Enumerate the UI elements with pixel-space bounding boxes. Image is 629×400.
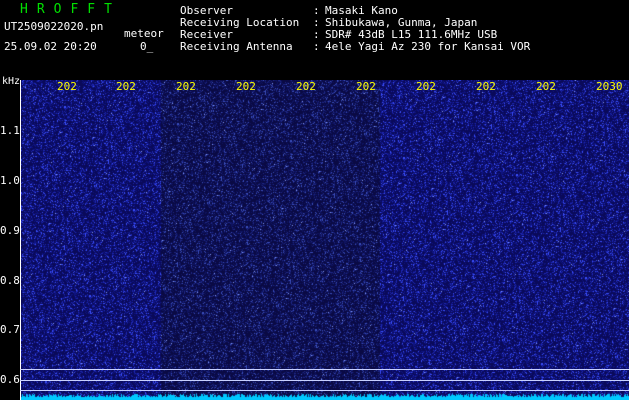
time-label: 202	[356, 80, 376, 93]
image-filename: UT2509022020.pn	[4, 20, 104, 33]
mode-label: meteor	[124, 27, 164, 40]
frequency-label: 1.1	[0, 124, 20, 137]
station-info: Observer: Masaki Kano Receiving Location:…	[180, 5, 530, 53]
frequency-label: 0.8	[0, 274, 20, 287]
antenna-value: 4ele Yagi Az 230 for Kansai VOR	[325, 40, 531, 53]
time-label: 202	[57, 80, 77, 93]
frequency-label: 0.6	[0, 373, 20, 386]
time-label: 202	[116, 80, 136, 93]
meta-key: Receiving Antenna	[180, 40, 293, 53]
reference-line	[20, 390, 629, 391]
reference-line	[20, 380, 629, 381]
time-label: 2030	[596, 80, 623, 93]
time-label: 202	[536, 80, 556, 93]
time-label: 202	[176, 80, 196, 93]
y-axis-line	[20, 80, 21, 400]
frame-counter: 0_	[140, 40, 154, 53]
frequency-label: 1.0	[0, 174, 20, 187]
antenna-row: Receiving Antenna:4ele Yagi Az 230 for K…	[180, 41, 530, 53]
app-title: HROFFT	[20, 2, 121, 17]
time-label: 202	[296, 80, 316, 93]
time-axis-labels: 202 202 202 202 202 202 202 202 202 2030	[0, 80, 629, 94]
time-label: 202	[236, 80, 256, 93]
header-panel: HROFFT UT2509022020.pn meteor 25.09.02 2…	[0, 0, 629, 75]
meta-separator: :	[313, 40, 320, 53]
spectrogram-canvas	[20, 80, 629, 400]
timestamp: 25.09.02 20:20	[4, 40, 97, 53]
time-label: 202	[416, 80, 436, 93]
frequency-label: 0.7	[0, 323, 20, 336]
frequency-label: 0.9	[0, 224, 20, 237]
reference-line	[20, 369, 629, 370]
spectrogram-plot[interactable]	[20, 80, 629, 400]
time-label: 202	[476, 80, 496, 93]
